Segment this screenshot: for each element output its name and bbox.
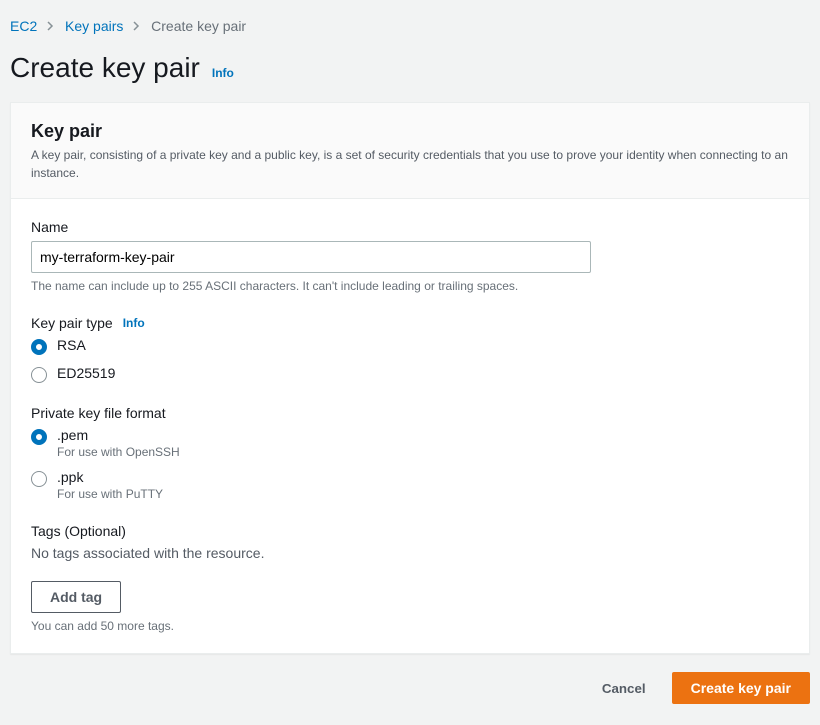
panel-header: Key pair A key pair, consisting of a pri… [11, 103, 809, 199]
breadcrumb-ec2[interactable]: EC2 [10, 18, 37, 34]
radio-rsa-label: RSA [57, 337, 86, 353]
tags-hint: You can add 50 more tags. [31, 619, 789, 633]
radio-ed25519[interactable] [31, 367, 47, 383]
format-label: Private key file format [31, 405, 789, 421]
radio-rsa[interactable] [31, 339, 47, 355]
type-label: Key pair type [31, 315, 113, 331]
type-info-link[interactable]: Info [123, 316, 145, 330]
tags-field: Tags (Optional) No tags associated with … [31, 523, 789, 633]
tags-label: Tags (Optional) [31, 523, 789, 539]
radio-ppk-label: .ppk [57, 469, 163, 485]
breadcrumb-key-pairs[interactable]: Key pairs [65, 18, 123, 34]
radio-ed25519-label: ED25519 [57, 365, 115, 381]
panel-title: Key pair [31, 121, 789, 142]
page-title: Create key pair [10, 52, 200, 84]
key-pair-type-field: Key pair type Info RSA ED25519 [31, 315, 789, 383]
key-pair-panel: Key pair A key pair, consisting of a pri… [10, 102, 810, 654]
name-field: Name The name can include up to 255 ASCI… [31, 219, 789, 293]
radio-ppk-desc: For use with PuTTY [57, 487, 163, 501]
name-label: Name [31, 219, 789, 235]
radio-pem[interactable] [31, 429, 47, 445]
cancel-button[interactable]: Cancel [584, 672, 664, 704]
info-link[interactable]: Info [212, 66, 234, 80]
name-hint: The name can include up to 255 ASCII cha… [31, 279, 789, 293]
panel-description: A key pair, consisting of a private key … [31, 146, 789, 182]
chevron-right-icon [47, 20, 55, 34]
radio-ppk[interactable] [31, 471, 47, 487]
file-format-field: Private key file format .pem For use wit… [31, 405, 789, 501]
name-input[interactable] [31, 241, 591, 273]
create-key-pair-button[interactable]: Create key pair [672, 672, 810, 704]
tags-empty-text: No tags associated with the resource. [31, 545, 789, 561]
add-tag-button[interactable]: Add tag [31, 581, 121, 613]
radio-pem-label: .pem [57, 427, 180, 443]
radio-pem-desc: For use with OpenSSH [57, 445, 180, 459]
breadcrumb-current: Create key pair [151, 18, 246, 34]
chevron-right-icon [133, 20, 141, 34]
breadcrumb: EC2 Key pairs Create key pair [10, 10, 810, 46]
footer-actions: Cancel Create key pair [10, 654, 810, 708]
